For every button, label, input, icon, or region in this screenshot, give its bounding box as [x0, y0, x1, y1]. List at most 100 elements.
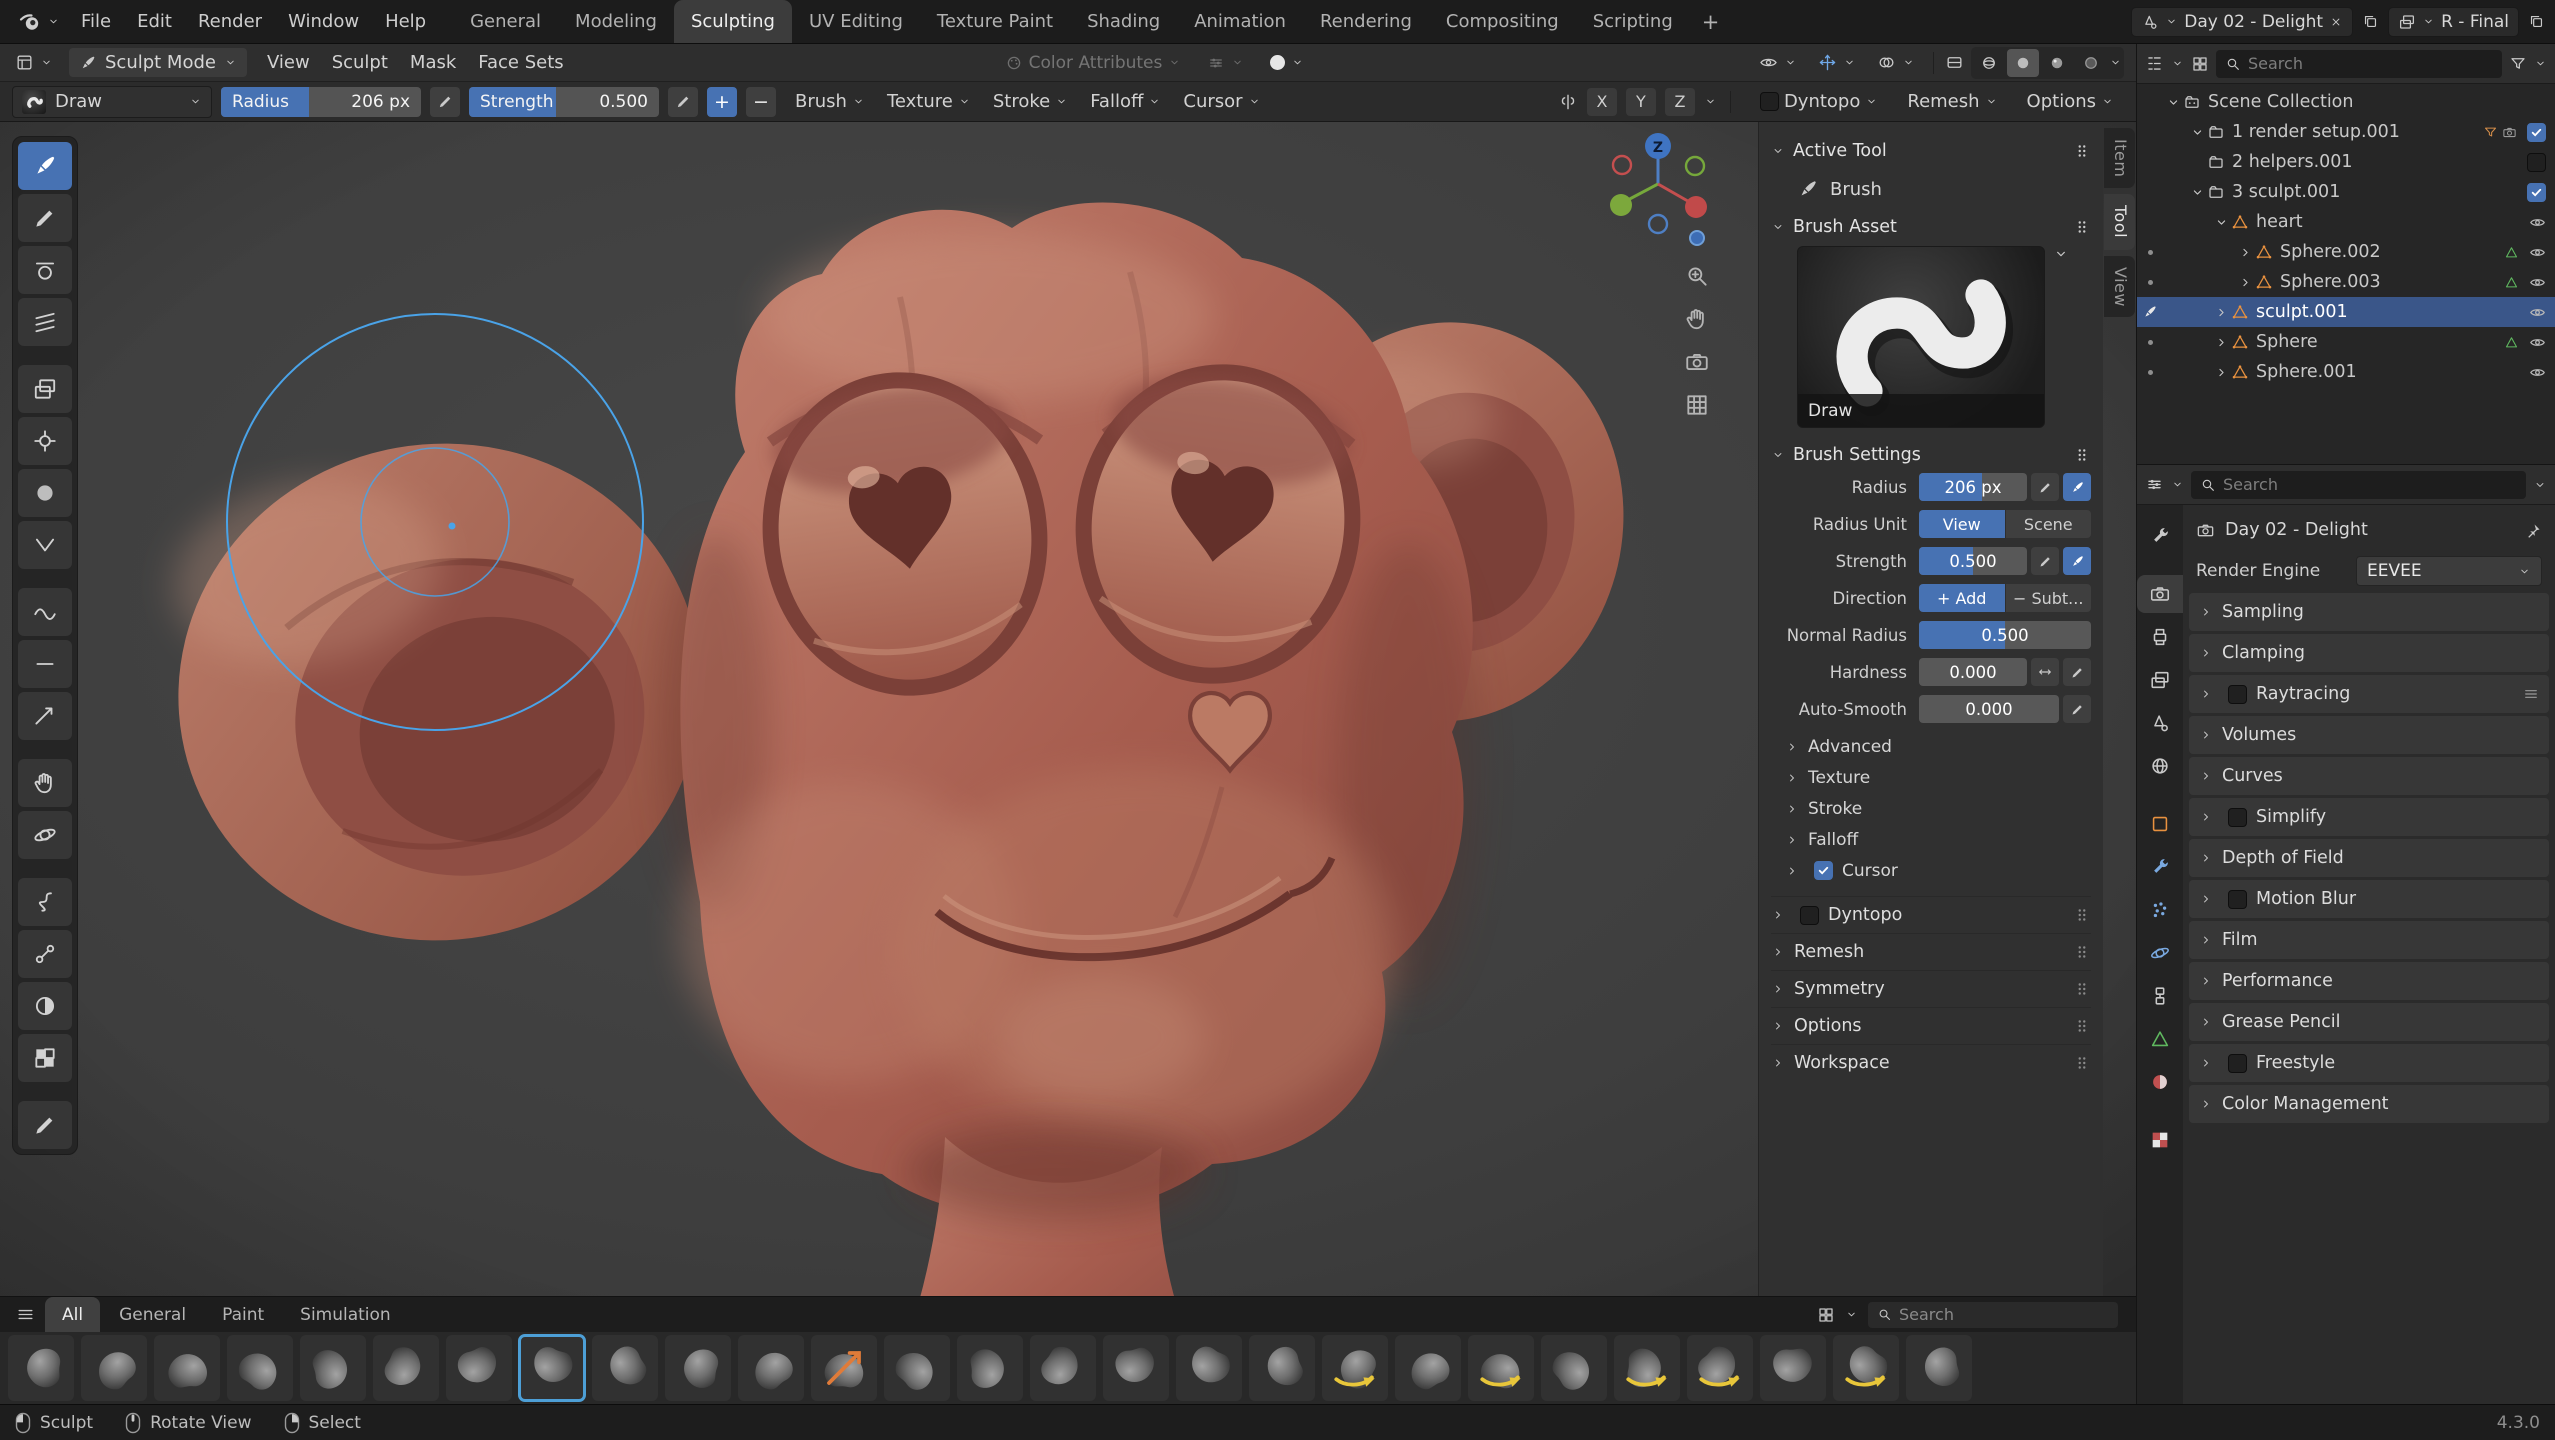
subpanel-cursor[interactable]: Cursor — [1771, 855, 2091, 886]
drag-grip-icon[interactable] — [2073, 218, 2091, 236]
strength-pressure-button[interactable] — [668, 87, 698, 117]
shelf-menu-button[interactable] — [8, 1297, 43, 1332]
hide-in-viewport-toggle[interactable] — [2529, 334, 2546, 351]
properties-tab-tool[interactable] — [2137, 517, 2183, 555]
exclude-checkbox[interactable] — [2527, 183, 2546, 202]
workspace-tab-rendering[interactable]: Rendering — [1303, 0, 1429, 43]
workspace-tab-uv-editing[interactable]: UV Editing — [792, 0, 920, 43]
outliner-row-3-sculpt-001[interactable]: 3 sculpt.001 — [2137, 177, 2555, 207]
panel-remesh[interactable]: Remesh — [1771, 933, 2091, 970]
properties-section-clamping[interactable]: Clamping — [2189, 634, 2549, 672]
brush-thumbnail-2[interactable] — [81, 1335, 147, 1401]
properties-tab-object[interactable] — [2137, 805, 2183, 843]
workspace-tab-scripting[interactable]: Scripting — [1576, 0, 1690, 43]
camera-view-button[interactable] — [1684, 349, 1710, 375]
brush-thumbnail-17[interactable] — [1176, 1335, 1242, 1401]
color-attributes-dropdown[interactable]: Color Attributes — [998, 50, 1189, 76]
viewport-menu-sculpt[interactable]: Sculpt — [321, 48, 399, 77]
expand-toggle[interactable] — [2163, 95, 2183, 110]
expand-toggle[interactable] — [2187, 125, 2207, 140]
mode-selector[interactable]: Sculpt Mode — [69, 48, 247, 77]
falloff-shape-dropdown[interactable] — [1263, 52, 1311, 73]
outliner-search-input[interactable] — [2248, 54, 2493, 73]
brush-thumbnail-14[interactable] — [957, 1335, 1023, 1401]
outliner-row-sphere-001[interactable]: Sphere.001 — [2137, 357, 2555, 387]
properties-options-button[interactable] — [2533, 478, 2547, 492]
tool-elastic-deform[interactable] — [18, 811, 72, 859]
section-motion-blur-checkbox[interactable] — [2228, 890, 2247, 909]
exclude-checkbox[interactable] — [2527, 123, 2546, 142]
brush-thumbnail-5[interactable] — [300, 1335, 366, 1401]
outliner-row-scene-collection[interactable]: Scene Collection — [2137, 87, 2555, 117]
brush-thumbnail-20[interactable] — [1395, 1335, 1461, 1401]
subpanel-advanced[interactable]: Advanced — [1771, 731, 2091, 762]
brush-thumbnail-25[interactable] — [1760, 1335, 1826, 1401]
properties-section-depth-of-field[interactable]: Depth of Field — [2189, 839, 2549, 877]
mirror-z-toggle[interactable]: Z — [1665, 88, 1695, 116]
tool-draw-sharp[interactable] — [18, 194, 72, 242]
brush-thumbnail-9[interactable] — [592, 1335, 658, 1401]
exclude-checkbox[interactable] — [2527, 153, 2546, 172]
brush-thumbnail-4[interactable] — [227, 1335, 293, 1401]
radius-pressure-button[interactable] — [430, 87, 460, 117]
strength-slider[interactable]: Strength 0.500 — [469, 87, 659, 117]
menu-window[interactable]: Window — [275, 0, 372, 43]
brush-thumbnail-22[interactable] — [1541, 1335, 1607, 1401]
panel-workspace[interactable]: Workspace — [1771, 1044, 2091, 1081]
hide-in-viewport-toggle[interactable] — [2529, 214, 2546, 231]
hide-in-viewport-toggle[interactable] — [2529, 274, 2546, 291]
brush-preview[interactable]: Draw — [1797, 246, 2045, 428]
shading-solid-button[interactable] — [2007, 49, 2039, 77]
tool-menu-texture[interactable]: Texture — [877, 87, 981, 116]
brush-thumbnail-3[interactable] — [154, 1335, 220, 1401]
tool-inflate[interactable] — [18, 417, 72, 465]
menu-help[interactable]: Help — [372, 0, 439, 43]
direction-subtract-button[interactable]: − — [746, 87, 776, 117]
properties-tab-texture[interactable] — [2137, 1121, 2183, 1159]
outliner-search[interactable] — [2216, 50, 2502, 78]
tool-face-sets[interactable] — [18, 1034, 72, 1082]
workspace-tab-general[interactable]: General — [453, 0, 558, 43]
editor-type-button[interactable] — [8, 50, 60, 75]
brush-selector[interactable]: Draw — [12, 86, 212, 118]
panel-options[interactable]: Options — [1771, 1007, 2091, 1044]
object-visibility-dropdown[interactable] — [1752, 50, 1804, 75]
panel-brush-settings-header[interactable]: Brush Settings — [1771, 438, 2091, 472]
outliner-row-sphere[interactable]: Sphere — [2137, 327, 2555, 357]
scene-selector[interactable]: Day 02 - Delight — [2131, 7, 2353, 37]
radius-setting-slider[interactable]: 206 px — [1919, 473, 2027, 501]
panel-dyntopo-checkbox[interactable] — [1800, 906, 1819, 925]
workspace-tab-shading[interactable]: Shading — [1070, 0, 1177, 43]
pan-button[interactable] — [1684, 306, 1710, 332]
dyntopo-checkbox[interactable] — [1760, 92, 1779, 111]
outliner-row-heart[interactable]: heart — [2137, 207, 2555, 237]
dyntopo-menu[interactable]: Dyntopo — [1744, 87, 1888, 116]
shelf-search-input[interactable] — [1899, 1305, 2109, 1324]
tool-clay-strips[interactable] — [18, 298, 72, 346]
unlink-scene-button[interactable] — [2329, 15, 2343, 29]
panel-dyntopo[interactable]: Dyntopo — [1771, 896, 2091, 933]
properties-search-input[interactable] — [2223, 475, 2517, 494]
properties-tab-physics[interactable] — [2137, 934, 2183, 972]
radius-unit-scene-button[interactable]: Scene — [2005, 510, 2092, 538]
expand-toggle[interactable] — [2211, 365, 2231, 380]
expand-toggle[interactable] — [2211, 335, 2231, 350]
brush-thumbnail-8[interactable] — [519, 1335, 585, 1401]
brush-thumbnail-1[interactable] — [8, 1335, 74, 1401]
shading-rendered-button[interactable] — [2075, 49, 2107, 77]
brush-thumbnail-23[interactable] — [1614, 1335, 1680, 1401]
outliner-row-1-render-setup-001[interactable]: 1 render setup.001 — [2137, 117, 2555, 147]
brush-thumbnail-21[interactable] — [1468, 1335, 1534, 1401]
properties-section-curves[interactable]: Curves — [2189, 757, 2549, 795]
tool-flatten[interactable] — [18, 640, 72, 688]
sidebar-tab-tool[interactable]: Tool — [2104, 194, 2135, 249]
brush-thumbnail-11[interactable] — [738, 1335, 804, 1401]
tool-grab[interactable] — [18, 759, 72, 807]
shelf-search[interactable] — [1868, 1302, 2118, 1328]
properties-section-color-management[interactable]: Color Management — [2189, 1085, 2549, 1123]
pin-icon[interactable] — [2525, 522, 2542, 539]
viewport-menu-mask[interactable]: Mask — [399, 48, 467, 77]
properties-section-grease-pencil[interactable]: Grease Pencil — [2189, 1003, 2549, 1041]
tool-menu-cursor[interactable]: Cursor — [1173, 87, 1270, 116]
radius-pressure-toggle[interactable] — [2031, 473, 2059, 501]
